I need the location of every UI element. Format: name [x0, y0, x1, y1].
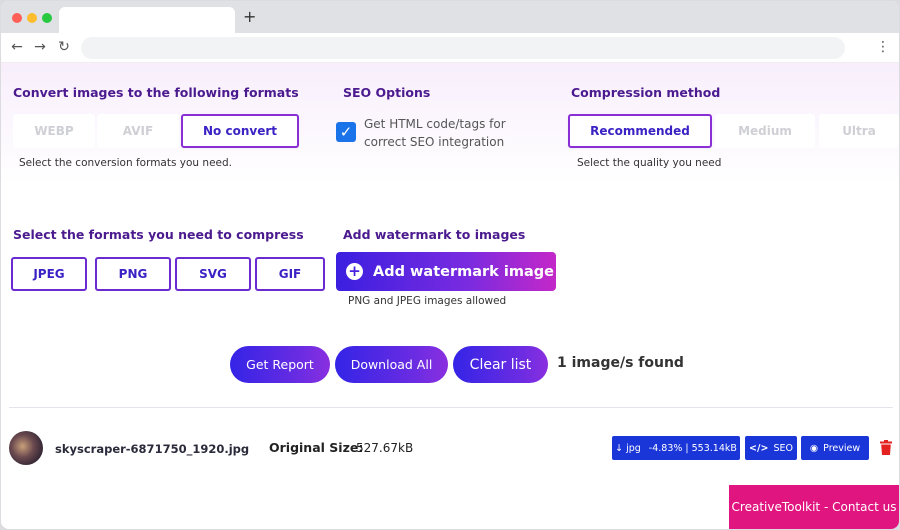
back-icon[interactable]: ←	[9, 39, 25, 55]
get-report-button[interactable]: Get Report	[230, 346, 330, 383]
contact-us-button[interactable]: CreativeToolkit - Contact us	[729, 485, 899, 529]
convert-hint: Select the conversion formats you need.	[19, 157, 232, 169]
maximize-window-dot[interactable]	[42, 13, 52, 23]
compression-option-ultra[interactable]: Ultra	[819, 114, 899, 148]
download-file-button[interactable]: ↓ jpg -4.83% | 553.14kB	[612, 436, 740, 460]
seo-checkbox[interactable]: ✓	[336, 122, 356, 142]
download-arrow-icon: ↓	[615, 442, 624, 454]
plus-circle-icon: +	[346, 263, 363, 280]
download-format-label: jpg	[626, 442, 641, 454]
page-content: Convert images to the following formats …	[1, 63, 899, 529]
file-thumbnail	[9, 431, 43, 465]
trash-icon[interactable]	[880, 440, 892, 455]
compression-option-medium[interactable]: Medium	[715, 114, 815, 148]
close-window-dot[interactable]	[12, 13, 22, 23]
format-button-jpeg[interactable]: JPEG	[11, 257, 87, 291]
compression-heading: Compression method	[571, 85, 721, 100]
new-tab-icon[interactable]: +	[243, 7, 256, 26]
convert-option-avif[interactable]: AVIF	[97, 114, 179, 148]
format-button-svg[interactable]: SVG	[175, 257, 251, 291]
seo-code-button[interactable]: </> SEO	[745, 436, 797, 460]
compress-formats-heading: Select the formats you need to compress	[13, 227, 304, 242]
watermark-hint: PNG and JPEG images allowed	[348, 295, 507, 307]
divider	[9, 407, 893, 408]
convert-heading: Convert images to the following formats	[13, 85, 299, 100]
browser-window: + ← → ↻ ⋮ Convert images to the followin…	[1, 1, 899, 529]
browser-titlebar: +	[1, 1, 899, 33]
seo-heading: SEO Options	[343, 85, 431, 100]
original-size-value: 527.67kB	[356, 441, 414, 455]
preview-button[interactable]: ◉ Preview	[801, 436, 869, 460]
forward-icon[interactable]: →	[32, 39, 48, 55]
browser-navbar: ← → ↻ ⋮	[1, 33, 899, 63]
compression-option-recommended[interactable]: Recommended	[568, 114, 712, 148]
add-watermark-label: Add watermark image	[373, 263, 554, 280]
format-button-gif[interactable]: GIF	[255, 257, 325, 291]
convert-option-no-convert[interactable]: No convert	[181, 114, 299, 148]
convert-option-webp[interactable]: WEBP	[13, 114, 95, 148]
format-button-png[interactable]: PNG	[95, 257, 171, 291]
clear-list-button[interactable]: Clear list	[453, 346, 548, 383]
compression-hint: Select the quality you need	[577, 157, 722, 169]
eye-icon: ◉	[809, 442, 819, 454]
browser-tab[interactable]	[59, 7, 235, 33]
download-all-button[interactable]: Download All	[335, 346, 448, 383]
browser-menu-icon[interactable]: ⋮	[875, 39, 891, 55]
images-found-count: 1 image/s found	[557, 355, 684, 371]
code-icon: </>	[749, 442, 769, 454]
file-name: skyscraper-6871750_1920.jpg	[55, 442, 250, 456]
seo-checkbox-label[interactable]: Get HTML code/tags for correct SEO integ…	[364, 115, 524, 151]
watermark-heading: Add watermark to images	[343, 227, 526, 242]
original-size-label: Original Size:	[269, 440, 364, 455]
download-stats-label: -4.83% | 553.14kB	[648, 442, 737, 454]
address-bar[interactable]	[81, 37, 845, 59]
reload-icon[interactable]: ↻	[56, 39, 72, 55]
seo-button-label: SEO	[773, 442, 793, 454]
minimize-window-dot[interactable]	[27, 13, 37, 23]
preview-button-label: Preview	[823, 442, 861, 454]
add-watermark-button[interactable]: + Add watermark image	[336, 252, 556, 291]
